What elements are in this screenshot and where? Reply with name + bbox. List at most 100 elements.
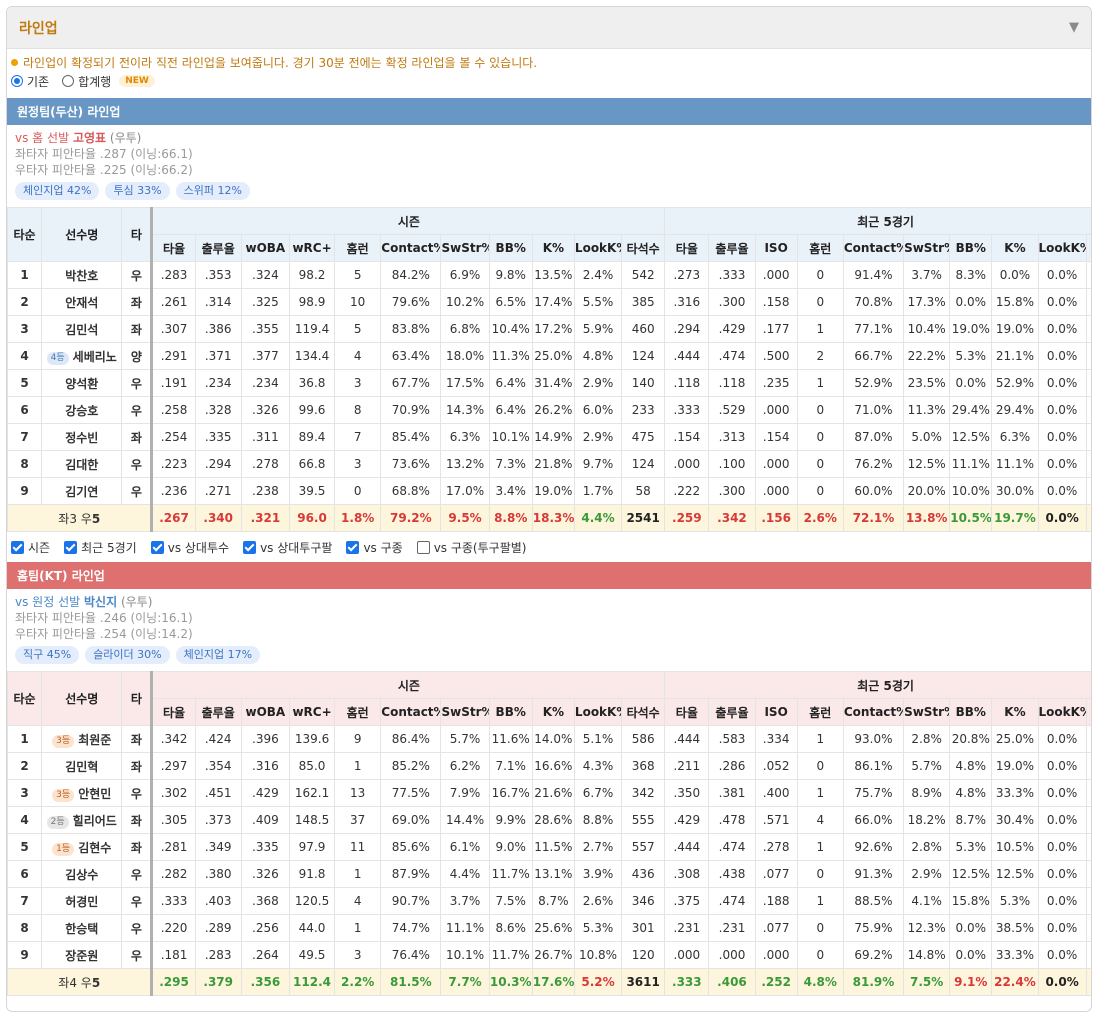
col-recent-stat[interactable]: SwStr% [903, 698, 951, 726]
col-season-stat[interactable]: 출루율 [194, 234, 242, 262]
table-row[interactable]: 5 1등 김현수 좌 .281.349.335 97.9 11 85.6% 6.1% 9.0% 11… [7, 833, 1091, 861]
player-name[interactable]: 김상수 [65, 868, 98, 882]
col-recent-stat[interactable]: ISO [754, 234, 798, 262]
table-row[interactable]: 8 한승택 우 .220.289.256 44.0 1 74.7% 11.1% 8.6% 25.6… [7, 914, 1091, 942]
opposing-pitcher-name[interactable]: 고영표 [73, 131, 106, 145]
col-season-stat[interactable]: 타율 [150, 234, 196, 262]
filter-checkbox[interactable] [150, 540, 164, 554]
col-season-stat[interactable]: wOBA [240, 698, 290, 726]
opposing-pitcher-name[interactable]: 박신지 [84, 595, 117, 609]
table-row[interactable]: 8 김대한 우 .223.294.278 66.8 3 73.6% 13.2% 7.3% 21.8… [7, 450, 1091, 478]
table-row[interactable]: 3 3등 안현민 우 .302.451.429 162.1 13 77.5% 7.9% 16.7%… [7, 779, 1091, 807]
col-recent-stat[interactable]: ISO [754, 698, 798, 726]
table-row[interactable]: 6 강승호 우 .258.328.326 99.6 8 70.9% 14.3% 6.4% 26.2… [7, 396, 1091, 424]
player-name[interactable]: 최원준 [78, 733, 111, 747]
filter-label[interactable]: vs 구종(투구팔별) [434, 539, 527, 556]
filter-checkbox[interactable] [416, 540, 430, 554]
col-season-stat[interactable]: 타석수 [621, 234, 666, 262]
player-name[interactable]: 정수빈 [65, 431, 98, 445]
player-name-cell[interactable]: 안재석 [41, 288, 123, 316]
radio-combined[interactable] [62, 75, 75, 87]
player-name[interactable]: 힐리어드 [73, 814, 117, 828]
col-season-stat[interactable]: wRC+ [288, 234, 336, 262]
table-row[interactable]: 1 박찬호 우 .283.353.324 98.2 5 84.2% 6.9% 9.8% 13.5%… [7, 261, 1091, 289]
col-recent-stat[interactable]: BB% [949, 698, 993, 726]
col-season-stat[interactable]: 타율 [150, 698, 196, 726]
col-recent-stat[interactable]: 홈런 [796, 698, 844, 726]
player-name-cell[interactable]: 강승호 [41, 396, 123, 424]
player-name[interactable]: 김민혁 [65, 760, 98, 774]
filter-label[interactable]: 최근 5경기 [81, 539, 137, 556]
table-row[interactable]: 5 양석환 우 .191.234.234 36.8 3 67.7% 17.5% 6.4% 31.4… [7, 369, 1091, 397]
radio-basic[interactable] [11, 75, 23, 87]
filter-label[interactable]: vs 구종 [363, 539, 402, 556]
col-season-stat[interactable]: LookK% [573, 698, 623, 726]
radio-combined-label[interactable]: 합계행 [78, 73, 111, 90]
table-row[interactable]: 2 김민혁 좌 .297.354.316 85.0 1 85.2% 6.2% 7.1% 16.6%… [7, 752, 1091, 780]
col-season-stat[interactable]: BB% [488, 234, 533, 262]
table-row[interactable]: 4 4등 세베리노 양 .291.371.377 134.4 4 63.4% 18.0% 11.3… [7, 342, 1091, 370]
col-season-stat[interactable]: K% [531, 234, 575, 262]
table-row[interactable]: 9 김기연 우 .236.271.238 39.5 0 68.8% 17.0% 3.4% 19.0… [7, 477, 1091, 505]
player-name[interactable]: 김기연 [65, 485, 98, 499]
table-row[interactable]: 7 허경민 우 .333.403.368 120.5 4 90.7% 3.7% 7.5% 8.7%… [7, 887, 1091, 915]
col-recent-stat[interactable]: Contact% [842, 234, 905, 262]
player-name-cell[interactable]: 3등 안현민 [41, 779, 123, 807]
player-name-cell[interactable]: 김민석 [41, 315, 123, 343]
player-name-cell[interactable]: 김대한 [41, 450, 123, 478]
col-season-stat[interactable]: 홈런 [334, 234, 382, 262]
player-name-cell[interactable]: 양석환 [41, 369, 123, 397]
filter-checkbox[interactable] [243, 540, 257, 554]
player-name[interactable]: 세베리노 [73, 350, 117, 364]
col-season-stat[interactable]: 출루율 [194, 698, 242, 726]
player-name[interactable]: 김대한 [65, 458, 98, 472]
player-name-cell[interactable]: 김기연 [41, 477, 123, 505]
table-row[interactable]: 7 정수빈 좌 .254.335.311 89.4 7 85.4% 6.3% 10.1% 14.9… [7, 423, 1091, 451]
col-recent-stat[interactable]: SwStr% [903, 234, 951, 262]
filter-checkbox[interactable] [11, 540, 24, 554]
player-name[interactable]: 장준원 [65, 949, 98, 963]
filter-label[interactable]: vs 상대투수 [168, 539, 229, 556]
col-recent-stat[interactable]: 타율 [664, 234, 710, 262]
filter-checkbox[interactable] [64, 540, 78, 554]
player-name-cell[interactable]: 김민혁 [41, 752, 123, 780]
col-recent-stat[interactable]: Contact% [842, 698, 905, 726]
player-name[interactable]: 김민석 [65, 323, 98, 337]
col-recent-stat[interactable]: 타율 [664, 698, 710, 726]
table-row[interactable]: 2 안재석 좌 .261.314.325 98.9 10 79.6% 10.2% 6.5% 17.… [7, 288, 1091, 316]
table-row[interactable]: 9 장준원 우 .181.283.264 49.5 3 76.4% 10.1% 11.7% 26.… [7, 941, 1091, 969]
col-recent-stat[interactable]: K% [991, 698, 1039, 726]
col-season-stat[interactable]: K% [531, 698, 575, 726]
col-season-stat[interactable]: Contact% [380, 698, 442, 726]
player-name-cell[interactable]: 김상수 [41, 860, 123, 888]
col-season-stat[interactable]: 홈런 [334, 698, 382, 726]
col-recent-stat[interactable]: 출루율 [708, 698, 756, 726]
player-name[interactable]: 한승택 [65, 922, 98, 936]
col-recent-stat[interactable]: BB% [949, 234, 993, 262]
filter-label[interactable]: 시즌 [28, 539, 50, 556]
table-row[interactable]: 4 2등 힐리어드 좌 .305.373.409 148.5 37 69.0% 14.4% 9.9… [7, 806, 1091, 834]
player-name[interactable]: 양석환 [65, 377, 98, 391]
filter-checkbox[interactable] [346, 540, 360, 554]
player-name[interactable]: 김현수 [78, 841, 111, 855]
col-recent-stat[interactable]: K% [991, 234, 1039, 262]
table-row[interactable]: 6 김상수 우 .282.380.326 91.8 1 87.9% 4.4% 11.7% 13.1… [7, 860, 1091, 888]
player-name[interactable]: 안현민 [78, 787, 111, 801]
table-row[interactable]: 1 3등 최원준 좌 .342.424.396 139.6 9 86.4% 5.7% 11.6% 1… [7, 725, 1091, 753]
player-name-cell[interactable]: 한승택 [41, 914, 123, 942]
col-season-stat[interactable]: Contact% [380, 234, 442, 262]
col-recent-stat[interactable]: 홈런 [796, 234, 844, 262]
player-name-cell[interactable]: 4등 세베리노 [41, 342, 123, 370]
player-name[interactable]: 안재석 [65, 296, 98, 310]
triangle-down-icon[interactable]: ▼ [1069, 20, 1079, 35]
col-recent-stat[interactable]: 출루율 [708, 234, 756, 262]
player-name-cell[interactable]: 2등 힐리어드 [41, 806, 123, 834]
player-name-cell[interactable]: 정수빈 [41, 423, 123, 451]
col-recent-stat[interactable]: LookK% [1037, 234, 1087, 262]
player-name-cell[interactable]: 장준원 [41, 941, 123, 969]
col-season-stat[interactable]: 타석수 [621, 698, 666, 726]
col-recent-stat[interactable]: LookK% [1037, 698, 1087, 726]
col-season-stat[interactable]: LookK% [573, 234, 623, 262]
col-season-stat[interactable]: wRC+ [288, 698, 336, 726]
col-season-stat[interactable]: SwStr% [440, 234, 490, 262]
